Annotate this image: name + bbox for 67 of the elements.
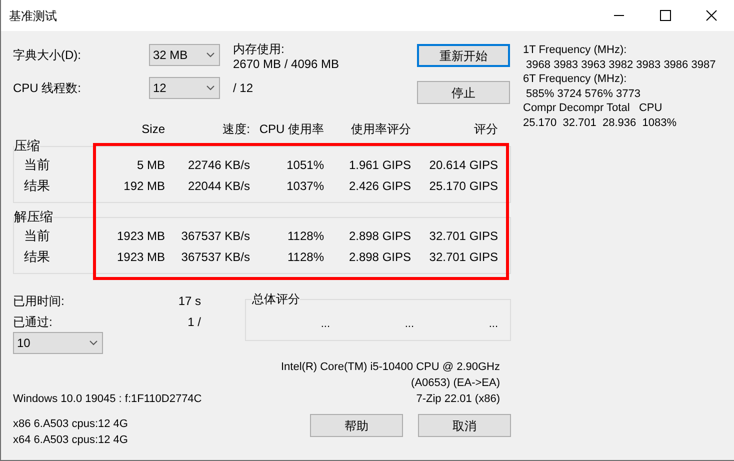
rating-value: ... bbox=[320, 317, 330, 332]
dropdown[interactable]: 10 bbox=[13, 332, 103, 354]
table-cell-text: 1037% bbox=[286, 178, 324, 194]
chevron-down-icon bbox=[89, 340, 98, 346]
field-label: 已用时间: bbox=[13, 292, 64, 310]
table-cell-text: 20.614 GIPS bbox=[428, 156, 498, 174]
group-title: 解压缩 bbox=[14, 209, 53, 225]
table-cell-text: 2.426 GIPS bbox=[348, 178, 411, 194]
benchmark-info: 585% 3724 576% 3773 bbox=[525, 86, 642, 101]
table-cell-text: 32.701 GIPS bbox=[428, 228, 498, 244]
chevron-down-icon bbox=[206, 85, 215, 91]
benchmark-info: 1T Frequency (MHz): bbox=[523, 43, 628, 58]
column-header: 速度: bbox=[222, 121, 250, 138]
dialog-button[interactable]: 停止 bbox=[417, 81, 510, 104]
benchmark-info: 6T Frequency (MHz): bbox=[523, 72, 628, 86]
table-cell-text: 1.961 GIPS bbox=[348, 156, 411, 174]
row-label: 结果 bbox=[23, 248, 51, 266]
table-cell-text: 5 MB bbox=[136, 156, 165, 174]
dialog-button[interactable]: 帮助 bbox=[310, 414, 403, 437]
table-cell-text: 1128% bbox=[286, 228, 324, 244]
benchmark-info: 25.170 32.701 28.936 1083% bbox=[523, 116, 678, 130]
table-cell-text: 2.898 GIPS bbox=[348, 248, 411, 266]
arch-info: x64 6.A503 cpus:12 4G bbox=[13, 433, 129, 448]
table-cell-text: 2.898 GIPS bbox=[348, 228, 411, 244]
memory-value: 2670 MB / 4096 MB bbox=[233, 57, 340, 72]
cpu-info: 7-Zip 22.01 (x86) bbox=[416, 392, 500, 407]
row-label: 当前 bbox=[23, 156, 51, 174]
table-cell-text: 22746 KB/s bbox=[186, 156, 250, 174]
field-label: 字典大小(D): bbox=[13, 47, 82, 64]
table-cell-text: 1128% bbox=[286, 248, 324, 266]
table-cell-text: 1923 MB bbox=[116, 228, 165, 244]
os-info: Windows 10.0 19045 : f:1F110D2774C bbox=[13, 392, 203, 407]
thread-max: / 12 bbox=[233, 80, 254, 97]
table-cell-text: 22044 KB/s bbox=[186, 178, 250, 194]
row-label: 结果 bbox=[23, 176, 51, 195]
table-cell-text: 1923 MB bbox=[116, 248, 165, 266]
table-cell-text: 367537 KB/s bbox=[180, 248, 250, 266]
chevron-down-icon bbox=[206, 52, 215, 58]
dialog-button[interactable]: 取消 bbox=[418, 414, 511, 437]
column-header: Size bbox=[140, 121, 165, 138]
field-label: 已通过: bbox=[13, 314, 52, 330]
group-title: 总体评分 bbox=[252, 292, 300, 306]
arch-info: x86 6.A503 cpus:12 4G bbox=[13, 417, 129, 432]
column-header: CPU 使用率 bbox=[258, 121, 324, 138]
window-title: 基准测试 bbox=[9, 8, 57, 24]
group-title: 压缩 bbox=[14, 138, 40, 154]
passes-value: 1 / bbox=[188, 314, 201, 330]
cpu-info: Intel(R) Core(TM) i5-10400 CPU @ 2.90GHz bbox=[280, 360, 500, 375]
field-label: CPU 线程数: bbox=[13, 80, 82, 97]
dropdown[interactable]: 32 MB bbox=[149, 44, 220, 66]
column-header: 使用率评分 bbox=[350, 121, 411, 138]
field-label: 内存使用: bbox=[233, 42, 286, 57]
rating-value: ... bbox=[404, 317, 414, 332]
elapsed-value: 17 s bbox=[178, 292, 201, 310]
rating-value: ... bbox=[488, 317, 498, 332]
table-cell-text: 192 MB bbox=[122, 178, 165, 194]
table-cell-text: 32.701 GIPS bbox=[428, 248, 498, 266]
benchmark-info: Compr Decompr Total CPU bbox=[523, 101, 664, 116]
table-cell-text: 25.170 GIPS bbox=[428, 178, 498, 194]
column-header: 评分 bbox=[473, 121, 498, 138]
table-cell-text: 367537 KB/s bbox=[180, 228, 250, 244]
dialog-button[interactable]: 重新开始 bbox=[417, 44, 510, 67]
table-cell-text: 1051% bbox=[286, 156, 324, 174]
benchmark-info: 3968 3983 3963 3982 3983 3986 3987 bbox=[525, 58, 716, 72]
row-label: 当前 bbox=[23, 226, 51, 245]
dropdown[interactable]: 12 bbox=[149, 77, 220, 99]
cpu-info: (A0653) (EA->EA) bbox=[411, 376, 500, 391]
